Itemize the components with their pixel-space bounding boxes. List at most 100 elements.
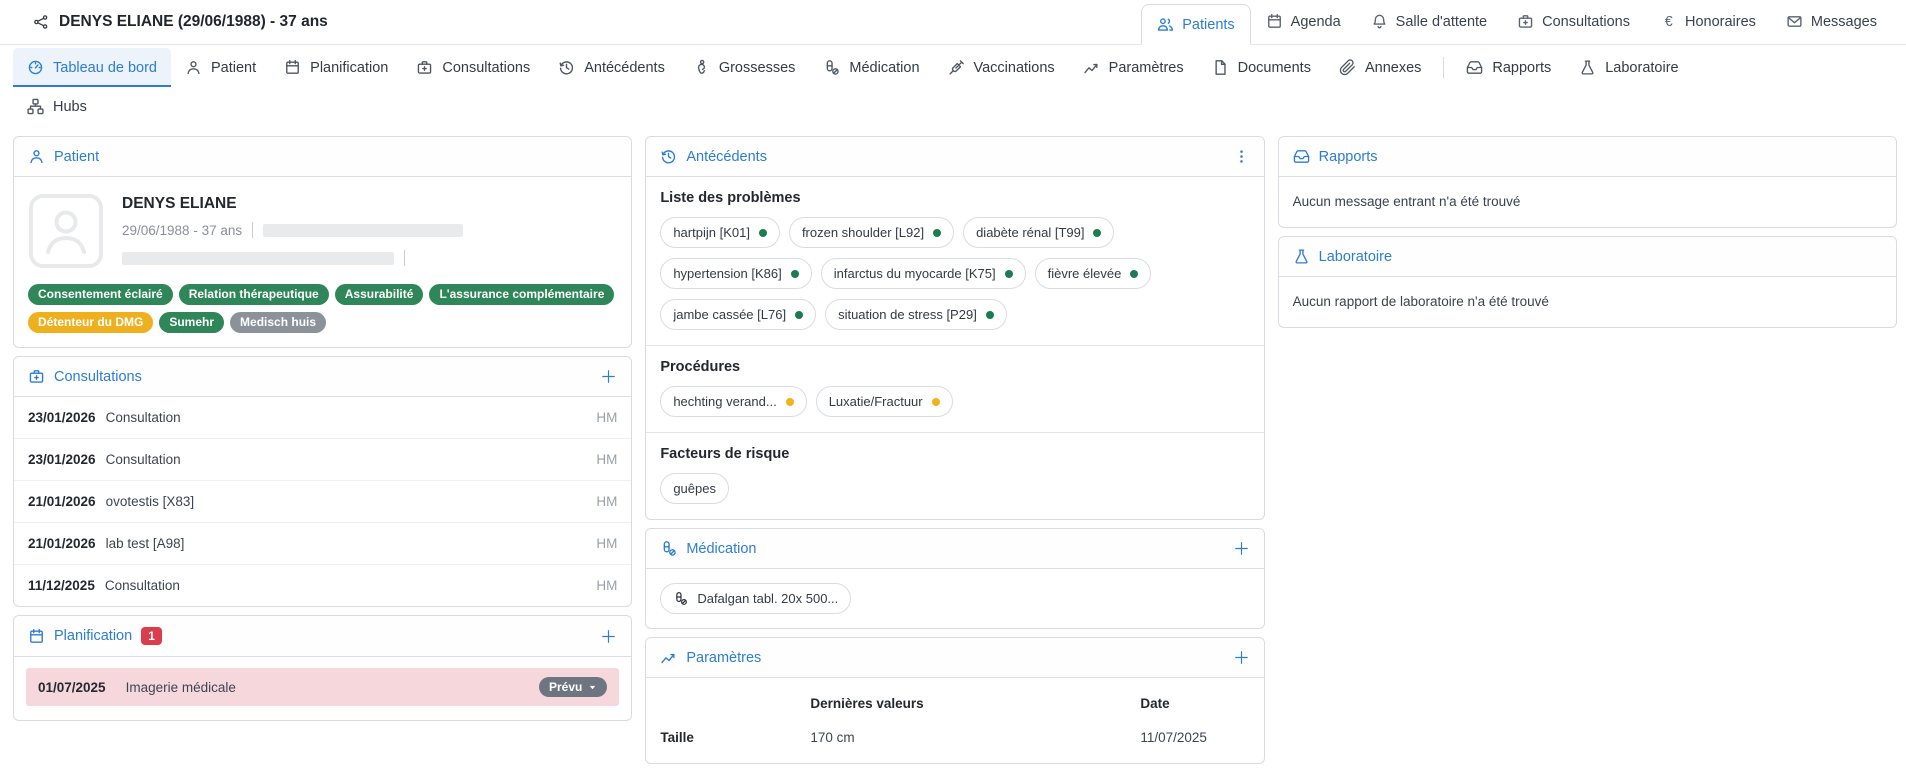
- parameters-table-rows: Taille 170 cm 11/07/2025: [660, 719, 1249, 749]
- problem-chip[interactable]: diabète rénal [T99]: [963, 217, 1115, 248]
- consultation-label: ovotestis [X83]: [105, 494, 195, 509]
- consultation-row[interactable]: 23/01/2026 Consultation HM: [14, 439, 632, 481]
- parameter-date: 11/07/2025: [1140, 730, 1207, 745]
- nav-item[interactable]: Consultations: [402, 48, 544, 87]
- chevron-down-icon: [588, 683, 597, 692]
- card-title: Laboratoire: [1318, 248, 1393, 265]
- consultation-row[interactable]: 11/12/2025 Consultation HM: [14, 565, 631, 606]
- nav-item-label: Documents: [1237, 59, 1311, 76]
- top-tab[interactable]: Patients: [1141, 4, 1251, 45]
- divider: [252, 222, 254, 238]
- consultation-row[interactable]: 21/01/2026 ovotestis [X83] HM: [14, 481, 632, 523]
- chip-label: Luxatie/Fractuur: [828, 394, 923, 409]
- problem-chip[interactable]: frozen shoulder [L92]: [788, 217, 955, 248]
- problem-chip[interactable]: jambe cassée [L76]: [660, 299, 817, 330]
- card-title: Patient: [54, 148, 100, 165]
- subnav-row-2: Hubs: [13, 87, 1896, 126]
- patient-card-header: Patient: [14, 137, 632, 177]
- top-tab[interactable]: Salle d'attente: [1356, 0, 1502, 44]
- status-dot: [931, 397, 940, 406]
- plus-icon: [1233, 540, 1250, 557]
- status-dot: [795, 310, 804, 319]
- nav-item[interactable]: Grossesses: [679, 48, 810, 87]
- top-tab[interactable]: Agenda: [1251, 0, 1356, 44]
- parameter-name: Taille: [660, 730, 694, 745]
- nav-item[interactable]: Documents: [1198, 48, 1325, 87]
- share-icon: [33, 14, 49, 30]
- problem-chip[interactable]: fièvre élevée: [1034, 258, 1152, 289]
- consultation-row[interactable]: 21/01/2026 lab test [A98] HM: [14, 523, 632, 565]
- antecedents-card: Antécédents Liste des problèmes hartpijn…: [645, 136, 1265, 520]
- rapports-card: Rapports Aucun message entrant n'a été t…: [1277, 136, 1897, 228]
- nav-item-label: Hubs: [53, 98, 87, 115]
- medication-chip[interactable]: Dafalgan tabl. 20x 500...: [660, 583, 852, 614]
- nav-item[interactable]: Rapports: [1452, 48, 1565, 87]
- annexes-icon: [1339, 59, 1356, 76]
- nav-item-label: Rapports: [1492, 59, 1552, 76]
- planification-row[interactable]: 01/07/2025 Imagerie médicale Prévu: [26, 668, 620, 706]
- consultation-row[interactable]: 23/01/2026 Consultation HM: [14, 397, 632, 439]
- consultation-date: 21/01/2026: [28, 536, 96, 551]
- add-medication-button[interactable]: [1233, 540, 1250, 557]
- problem-chip[interactable]: hartpijn [K01]: [660, 217, 780, 248]
- chip-label: frozen shoulder [L92]: [801, 225, 925, 240]
- table-row[interactable]: Taille 170 cm 11/07/2025: [660, 719, 1249, 749]
- add-consultation-button[interactable]: [600, 368, 617, 385]
- problem-chip[interactable]: hypertension [K86]: [660, 258, 812, 289]
- hubs-icon: [27, 98, 44, 115]
- nav-item[interactable]: Laboratoire: [1565, 48, 1692, 87]
- euro-icon: €: [1660, 13, 1677, 30]
- status-badge: L'assurance complémentaire: [429, 284, 615, 305]
- antecedents-section: Liste des problèmes hartpijn [K01] froze…: [646, 177, 1264, 346]
- problem-chip[interactable]: situation de stress [P29]: [825, 299, 1007, 330]
- nav-item[interactable]: Tableau de bord: [13, 48, 171, 87]
- consultation-date: 11/12/2025: [28, 578, 95, 593]
- problem-chip[interactable]: hechting verand...: [660, 386, 807, 417]
- problem-chip[interactable]: infarctus du myocarde [K75]: [820, 258, 1026, 289]
- chip-label: guêpes: [673, 481, 716, 496]
- status-dropdown[interactable]: Prévu: [538, 677, 608, 697]
- nav-item[interactable]: Planification: [270, 48, 402, 87]
- medication-icon: [660, 540, 677, 557]
- medication-list: Dafalgan tabl. 20x 500...: [646, 569, 1263, 628]
- chip-label: hypertension [K86]: [673, 266, 782, 281]
- nav-item[interactable]: Paramètres: [1069, 48, 1198, 87]
- status-dot: [1093, 228, 1102, 237]
- antecedents-menu-button[interactable]: [1233, 148, 1250, 165]
- nav-item[interactable]: Médication: [809, 48, 933, 87]
- nav-item-label: Annexes: [1364, 59, 1422, 76]
- top-tab[interactable]: € Honoraires: [1645, 0, 1771, 44]
- chip-label: infarctus du myocarde [K75]: [833, 266, 996, 281]
- nav-item[interactable]: Vaccinations: [934, 48, 1069, 87]
- status-dot: [790, 269, 799, 278]
- problem-chip[interactable]: guêpes: [660, 473, 729, 504]
- nav-item[interactable]: Antécédents: [544, 48, 679, 87]
- nav-item[interactable]: Patient: [171, 48, 270, 87]
- patient-summary: DENYS ELIANE (29/06/1988) - 37 ans: [33, 0, 328, 44]
- consultations-icon: [28, 368, 45, 385]
- add-planification-button[interactable]: [600, 628, 617, 645]
- top-tab[interactable]: Messages: [1771, 0, 1892, 44]
- top-tab[interactable]: Consultations: [1502, 0, 1645, 44]
- medication-icon: [673, 591, 688, 606]
- patient-badges: Consentement éclairé Relation thérapeuti…: [28, 284, 617, 333]
- column-header: [660, 682, 810, 719]
- patient-card: Patient DENYS ELIANE 29/06/1988 - 37 ans: [13, 136, 633, 348]
- antecedents-card-header: Antécédents: [646, 137, 1264, 177]
- add-parameter-button[interactable]: [1233, 649, 1250, 666]
- patient-card-body: DENYS ELIANE 29/06/1988 - 37 ans Consent…: [14, 177, 631, 347]
- nav-item-label: Vaccinations: [973, 59, 1055, 76]
- consultations-list: 23/01/2026 Consultation HM 23/01/2026 Co…: [14, 397, 632, 606]
- parameters-table-header: Dernières valeurs Date: [660, 682, 1249, 719]
- nav-item[interactable]: Hubs: [13, 87, 101, 126]
- nav-item[interactable]: Annexes: [1325, 48, 1435, 87]
- consultations-icon: [416, 59, 433, 76]
- vaccination-icon: [948, 59, 965, 76]
- parameter-value: 170 cm: [810, 730, 855, 745]
- dashboard-content: Patient DENYS ELIANE 29/06/1988 - 37 ans: [13, 136, 1897, 764]
- chip-label: fièvre élevée: [1047, 266, 1122, 281]
- status-dot: [758, 228, 767, 237]
- column-header: Dernières valeurs: [810, 696, 924, 711]
- top-tab-label: Agenda: [1290, 13, 1341, 30]
- problem-chip[interactable]: Luxatie/Fractuur: [815, 386, 953, 417]
